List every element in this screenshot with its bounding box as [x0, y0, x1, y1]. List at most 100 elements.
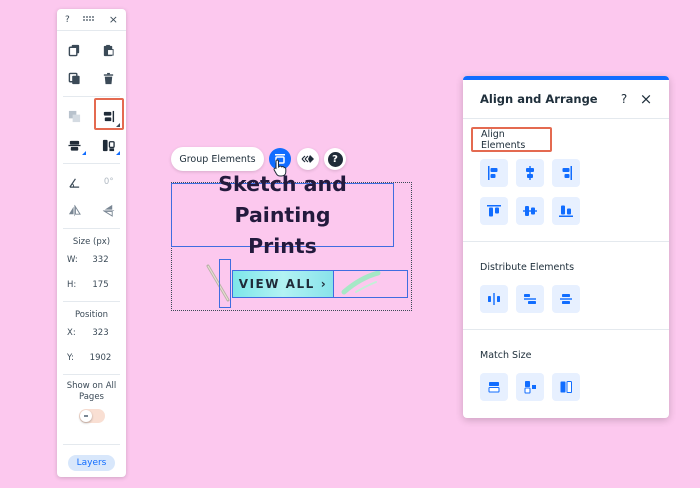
align-right-icon — [562, 166, 572, 180]
panel-close-button[interactable]: × — [635, 90, 657, 108]
match-size-row — [480, 373, 580, 401]
align-left-button[interactable] — [480, 159, 508, 187]
copy-icon — [68, 44, 79, 56]
width-key: W: — [67, 254, 78, 265]
height-key: H: — [67, 279, 77, 290]
help-button[interactable]: ? — [65, 15, 70, 25]
align-arrange-panel: Align and Arrange ? × Align Elements Dis… — [463, 76, 669, 418]
divider — [63, 374, 120, 375]
divider — [63, 96, 120, 97]
match-height-button[interactable] — [516, 373, 544, 401]
align-section: Align Elements — [463, 119, 669, 242]
trash-icon — [104, 72, 114, 84]
x-row: X: 323 — [57, 320, 126, 345]
animation-icon — [301, 155, 314, 163]
match-both-icon — [560, 381, 572, 393]
width-row: W: 332 — [57, 247, 126, 272]
corner-indicator-icon — [116, 151, 120, 155]
distribute-section: Distribute Elements — [463, 242, 669, 330]
help-circle-button[interactable]: ? — [324, 148, 346, 170]
show-all-pages-label: Show on All Pages — [66, 381, 117, 402]
divider — [63, 163, 120, 164]
corner-indicator-icon — [81, 151, 86, 155]
minus-icon — [83, 415, 88, 417]
flip-horizontal-icon — [68, 204, 81, 216]
show-all-pages-toggle[interactable] — [78, 409, 105, 423]
group-elements-button[interactable]: Group Elements — [171, 147, 264, 171]
distribute-center-button[interactable] — [552, 285, 580, 313]
heading-text[interactable]: Sketch and Painting Prints — [171, 172, 394, 258]
close-button[interactable]: × — [109, 13, 118, 26]
match-both-button[interactable] — [552, 373, 580, 401]
duplicate-icon — [68, 72, 80, 84]
layers-button[interactable]: Layers — [68, 455, 115, 471]
paste-button[interactable] — [92, 36, 127, 64]
y-row: Y: 1902 — [57, 345, 126, 370]
align-center-button[interactable] — [516, 159, 544, 187]
height-row: H: 175 — [57, 272, 126, 297]
divider — [63, 301, 120, 302]
match-size-label: Match Size — [480, 350, 532, 361]
distribute-elements-label: Distribute Elements — [480, 262, 575, 273]
toolbar-header: ? × — [57, 9, 126, 31]
match-size-icon — [103, 139, 115, 151]
duplicate-button[interactable] — [57, 64, 92, 92]
align-left-icon — [488, 166, 498, 180]
animation-button[interactable] — [297, 148, 319, 170]
match-size-button[interactable] — [92, 131, 127, 159]
align-top-icon — [487, 205, 501, 217]
layers-stack-icon — [68, 110, 80, 122]
match-height-icon — [524, 381, 536, 394]
distribute-center-icon — [560, 294, 572, 304]
position-label: Position — [74, 310, 109, 320]
x-key: X: — [67, 327, 76, 338]
match-size-section: Match Size — [463, 330, 669, 418]
heading-line: Prints — [248, 233, 317, 258]
align-middle-icon — [523, 206, 537, 216]
align-label-box: Align Elements — [471, 127, 552, 152]
heading-line: Sketch and Painting — [218, 171, 347, 227]
angle-icon — [69, 177, 79, 188]
panel-header: Align and Arrange ? × — [463, 80, 669, 119]
flip-vertical-button[interactable] — [92, 196, 127, 224]
distribute-row — [480, 285, 580, 313]
rotate-button[interactable] — [57, 168, 92, 196]
chevron-right-icon: › — [320, 277, 328, 291]
y-key: Y: — [67, 352, 74, 363]
y-input[interactable]: 1902 — [85, 353, 116, 363]
align-middle-icon — [68, 140, 81, 151]
drag-handle-icon[interactable] — [83, 15, 95, 25]
paste-icon — [104, 44, 114, 56]
distribute-horizontal-icon — [488, 293, 500, 305]
pencil-element-outline[interactable] — [219, 259, 231, 308]
match-width-button[interactable] — [480, 373, 508, 401]
align-bottom-icon — [559, 205, 573, 217]
arrange-button[interactable] — [57, 101, 92, 131]
rotation-value: 0° — [103, 177, 114, 187]
align-arrange-button[interactable] — [92, 98, 127, 131]
divider — [63, 228, 120, 229]
align-elements-label: Align Elements — [481, 128, 526, 151]
panel-help-button[interactable]: ? — [613, 92, 635, 106]
width-input[interactable]: 332 — [85, 255, 116, 265]
align-top-button[interactable] — [480, 197, 508, 225]
align-right-button[interactable] — [552, 159, 580, 187]
panel-title: Align and Arrange — [480, 92, 598, 106]
flip-vertical-icon — [103, 204, 115, 217]
distribute-button[interactable] — [57, 131, 92, 159]
distribute-horizontal-button[interactable] — [480, 285, 508, 313]
align-middle-button[interactable] — [516, 197, 544, 225]
align-bottom-button[interactable] — [552, 197, 580, 225]
align-row-horizontal — [480, 159, 580, 187]
highlight-outline — [93, 98, 124, 130]
match-width-icon — [488, 382, 500, 393]
x-input[interactable]: 323 — [85, 328, 116, 338]
view-all-button[interactable]: VIEW ALL › — [232, 270, 334, 298]
flip-horizontal-button[interactable] — [57, 196, 92, 224]
copy-button[interactable] — [57, 36, 92, 64]
align-row-vertical — [480, 197, 580, 225]
distribute-vertical-button[interactable] — [516, 285, 544, 313]
view-all-label: VIEW ALL — [238, 277, 315, 291]
delete-button[interactable] — [92, 64, 127, 92]
height-input[interactable]: 175 — [85, 280, 116, 290]
